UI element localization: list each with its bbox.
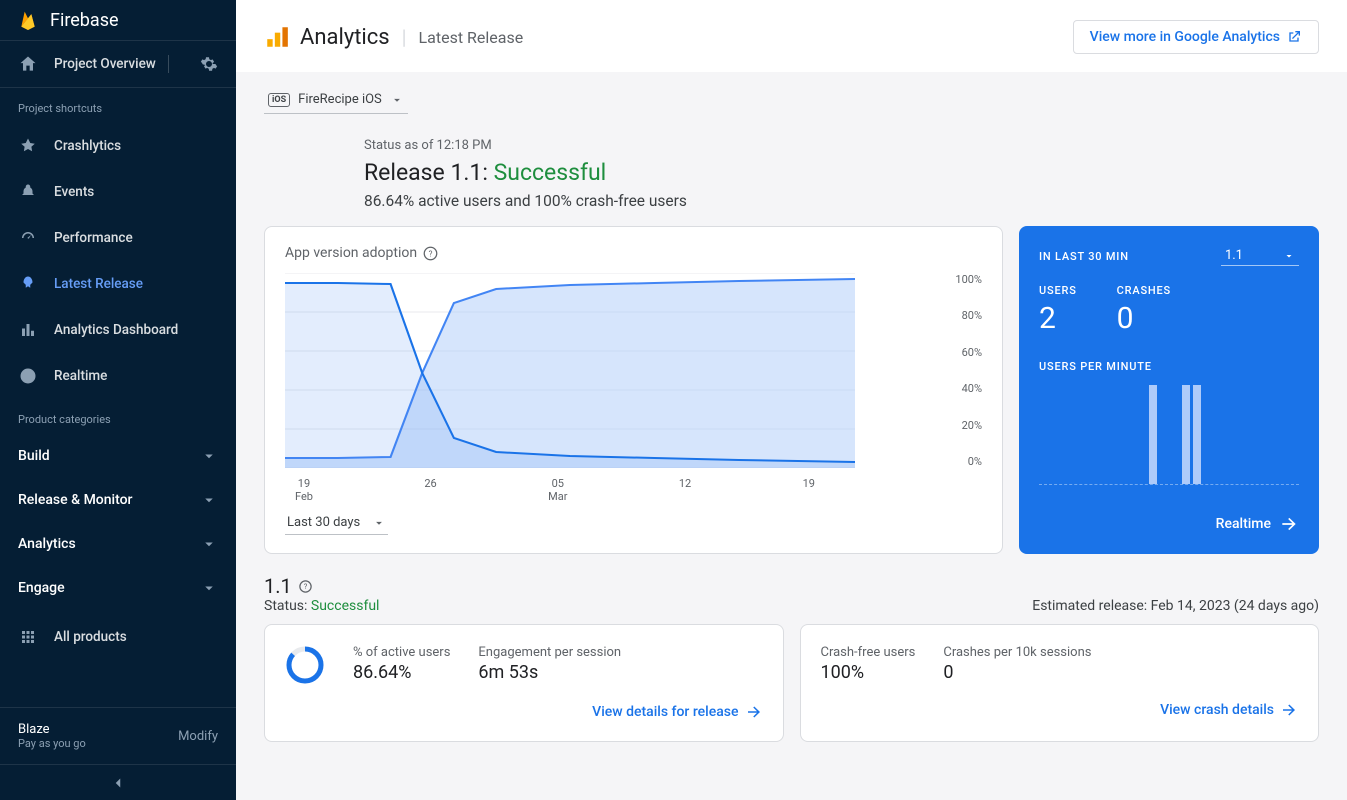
realtime-link[interactable]: Realtime <box>1216 502 1299 534</box>
adoption-chart: 100% 80% 60% 40% 20% 0% <box>285 273 982 473</box>
release-subline: 86.64% active users and 100% crash-free … <box>364 192 1319 210</box>
chevron-left-icon <box>109 774 127 792</box>
firebase-logo-icon <box>18 8 38 32</box>
clock-icon <box>18 366 38 386</box>
sidebar: Firebase Project Overview Project shortc… <box>0 0 236 800</box>
modify-plan-button[interactable]: Modify <box>178 729 218 744</box>
users-per-minute-chart <box>1039 385 1299 485</box>
sidebar-item-performance[interactable]: Performance <box>0 215 236 261</box>
y-axis-labels: 100% 80% 60% 40% 20% 0% <box>942 273 982 468</box>
bar-chart-icon <box>18 320 38 340</box>
brand-row[interactable]: Firebase <box>0 0 236 41</box>
events-icon <box>18 182 38 202</box>
category-engage[interactable]: Engage <box>6 568 230 608</box>
svg-text:?: ? <box>303 582 307 591</box>
version-selector[interactable]: 1.1 <box>1221 246 1299 266</box>
help-icon[interactable]: ? <box>298 579 313 594</box>
sidebar-item-latest-release[interactable]: Latest Release <box>0 261 236 307</box>
help-icon[interactable]: ? <box>423 246 438 261</box>
category-release-monitor[interactable]: Release & Monitor <box>6 480 230 520</box>
app-selector[interactable]: iOS FireRecipe iOS <box>264 86 408 114</box>
dropdown-icon <box>390 93 404 107</box>
category-analytics[interactable]: Analytics <box>6 524 230 564</box>
categories-heading: Product categories <box>0 399 236 434</box>
engagement-metric: Engagement per session6m 53s <box>478 645 621 685</box>
content-area: iOS FireRecipe iOS Status as of 12:18 PM… <box>236 72 1347 800</box>
arrow-right-icon <box>745 703 763 721</box>
active-users-metric: % of active users86.64% <box>353 645 450 685</box>
realtime-window-label: IN LAST 30 MIN <box>1039 250 1129 263</box>
ios-badge-icon: iOS <box>268 93 290 107</box>
sidebar-item-label: All products <box>54 629 127 645</box>
app-name: FireRecipe iOS <box>298 92 382 107</box>
sidebar-item-label: Events <box>54 184 94 200</box>
adoption-card: App version adoption ? 100% <box>264 226 1003 554</box>
realtime-card: IN LAST 30 MIN 1.1 USERS2 CRASHES0 USERS… <box>1019 226 1319 554</box>
sidebar-item-label: Project Overview <box>54 56 156 72</box>
arrow-right-icon <box>1279 514 1299 534</box>
version-header-row: 1.1 ? Status: Successful Estimated relea… <box>264 574 1319 614</box>
dropdown-icon <box>372 516 386 530</box>
home-icon <box>18 54 38 74</box>
users-per-minute-block: USERS PER MINUTE <box>1039 360 1299 485</box>
main-content: Analytics | Latest Release View more in … <box>236 0 1347 800</box>
plan-footer: Blaze Pay as you go Modify <box>0 707 236 764</box>
brand-name: Firebase <box>50 10 119 31</box>
sidebar-item-analytics-dashboard[interactable]: Analytics Dashboard <box>0 307 236 353</box>
release-metrics-card: % of active users86.64% Engagement per s… <box>264 624 784 742</box>
sidebar-item-label: Latest Release <box>54 276 143 292</box>
sidebar-item-label: Performance <box>54 230 133 246</box>
view-release-details-link[interactable]: View details for release <box>592 703 762 721</box>
chevron-down-icon <box>200 535 218 553</box>
chevron-down-icon <box>200 447 218 465</box>
date-range-selector[interactable]: Last 30 days <box>285 511 388 535</box>
crash-metrics-card: Crash-free users100% Crashes per 10k ses… <box>800 624 1320 742</box>
sidebar-item-all-products[interactable]: All products <box>0 614 236 660</box>
estimated-release: Estimated release: Feb 14, 2023 (24 days… <box>1032 598 1319 614</box>
release-headline: Release 1.1: Successful <box>364 159 1319 186</box>
gear-icon[interactable] <box>200 55 218 73</box>
crashes-per-10k-metric: Crashes per 10k sessions0 <box>943 645 1091 683</box>
release-status-block: Status as of 12:18 PM Release 1.1: Succe… <box>364 138 1319 210</box>
sidebar-item-project-overview[interactable]: Project Overview <box>0 41 236 88</box>
crashes-metric: CRASHES0 <box>1117 284 1171 336</box>
arrow-right-icon <box>1280 701 1298 719</box>
external-link-icon <box>1286 29 1302 45</box>
users-metric: USERS2 <box>1039 284 1077 336</box>
x-axis-labels: 19Feb 26 05Mar 12 19 <box>285 477 825 503</box>
rocket-icon <box>18 274 38 294</box>
crashfree-metric: Crash-free users100% <box>821 645 916 683</box>
category-build[interactable]: Build <box>6 436 230 476</box>
view-in-ga-button[interactable]: View more in Google Analytics <box>1073 20 1319 54</box>
dropdown-icon <box>1283 250 1295 262</box>
sidebar-item-crashlytics[interactable]: Crashlytics <box>0 123 236 169</box>
apps-grid-icon <box>18 627 38 647</box>
release-status-value: Successful <box>494 159 607 186</box>
sidebar-item-label: Realtime <box>54 368 107 384</box>
analytics-icon <box>264 24 290 50</box>
page-subtitle: Latest Release <box>419 28 524 47</box>
collapse-sidebar-button[interactable] <box>0 764 236 800</box>
chevron-down-icon <box>200 579 218 597</box>
status-timestamp: Status as of 12:18 PM <box>364 138 1319 153</box>
sidebar-item-events[interactable]: Events <box>0 169 236 215</box>
version-status: Status: Successful <box>264 598 379 614</box>
chevron-down-icon <box>200 491 218 509</box>
svg-text:?: ? <box>429 248 433 258</box>
sidebar-item-label: Analytics Dashboard <box>54 322 178 338</box>
crashlytics-icon <box>18 136 38 156</box>
sidebar-item-label: Crashlytics <box>54 138 121 154</box>
version-title: 1.1 ? <box>264 574 379 598</box>
page-header: Analytics | Latest Release View more in … <box>236 0 1347 72</box>
plan-name: Blaze <box>18 722 86 737</box>
gauge-icon <box>18 228 38 248</box>
progress-ring-icon <box>285 645 325 685</box>
sidebar-item-realtime[interactable]: Realtime <box>0 353 236 399</box>
shortcuts-heading: Project shortcuts <box>0 88 236 123</box>
plan-desc: Pay as you go <box>18 737 86 750</box>
view-crash-details-link[interactable]: View crash details <box>1160 701 1298 719</box>
card-title: App version adoption ? <box>285 245 982 261</box>
page-title: Analytics <box>300 25 390 50</box>
